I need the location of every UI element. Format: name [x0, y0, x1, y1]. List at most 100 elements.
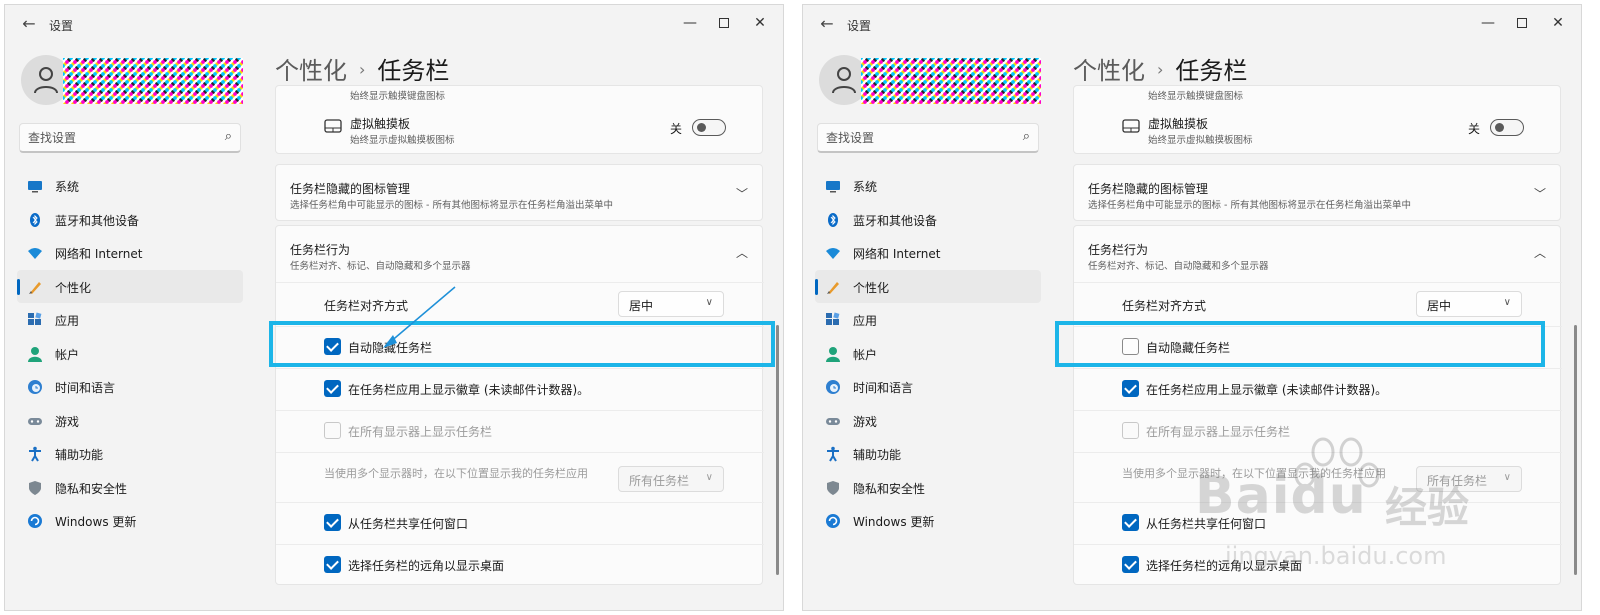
overflow-icons-card[interactable]: 任务栏隐藏的图标管理 选择任务栏角中可能显示的图标 - 所有其他图标将显示在任务… [1073, 164, 1561, 221]
shield-icon [827, 480, 839, 495]
touchpad-desc: 始终显示虚拟触摸板图标 [1148, 135, 1253, 146]
badges-checkbox[interactable] [324, 380, 341, 397]
overflow-title: 任务栏隐藏的图标管理 [290, 182, 411, 196]
settings-window-before: ← 设置 — ✕ ⌕ 系统 蓝牙和其他设备 网络和 Internet 个性化 [4, 4, 784, 611]
brush-icon [827, 281, 839, 294]
sidebar-item-personalization[interactable]: 个性化 [815, 269, 1041, 303]
breadcrumb: 个性化 › 任务栏 [1073, 51, 1247, 86]
touchpad-title: 虚拟触摸板 [350, 117, 411, 131]
bluetooth-icon [828, 212, 838, 227]
sidebar-item-time-language[interactable]: 时间和语言 [17, 370, 243, 404]
baidu-watermark: Baidu 经验 jingyan.baidu.com [1195, 430, 1485, 580]
multi-display-dropdown[interactable]: 所有任务栏 ∨ [618, 466, 724, 492]
breadcrumb: 个性化 › 任务栏 [275, 51, 449, 86]
maximize-button[interactable] [1507, 11, 1537, 35]
sidebar-item-gaming[interactable]: 游戏 [17, 404, 243, 438]
show-desktop-checkbox[interactable] [324, 556, 341, 573]
sidebar-item-privacy[interactable]: 隐私和安全性 [815, 471, 1041, 505]
sidebar-item-apps[interactable]: 应用 [815, 303, 1041, 337]
touchpad-toggle[interactable] [1490, 119, 1524, 136]
alignment-dropdown[interactable]: 居中 ∨ [1416, 291, 1522, 317]
sidebar-item-personalization[interactable]: 个性化 [17, 269, 243, 303]
sidebar-item-network[interactable]: 网络和 Internet [17, 236, 243, 270]
back-arrow-icon[interactable]: ← [817, 14, 837, 34]
all-displays-label: 在所有显示器上显示任务栏 [348, 425, 493, 439]
all-displays-checkbox[interactable] [1122, 422, 1139, 439]
alignment-value: 居中 [629, 299, 654, 313]
scrollbar[interactable] [1574, 325, 1577, 575]
update-icon [28, 514, 42, 528]
update-icon [826, 514, 840, 528]
wifi-icon [28, 248, 42, 259]
globe-clock-icon [826, 380, 840, 394]
behaviors-desc: 任务栏对齐、标记、自动隐藏和多个显示器 [290, 261, 471, 272]
brush-icon [29, 281, 41, 294]
close-button[interactable]: ✕ [1543, 11, 1573, 35]
behaviors-title: 任务栏行为 [1088, 243, 1149, 257]
sidebar-item-apps[interactable]: 应用 [17, 303, 243, 337]
chevron-up-icon[interactable]: ︿ [1534, 244, 1546, 261]
apps-icon [826, 312, 840, 325]
back-arrow-icon[interactable]: ← [19, 14, 39, 34]
sidebar-item-network[interactable]: 网络和 Internet [815, 236, 1041, 270]
sidebar-item-bluetooth[interactable]: 蓝牙和其他设备 [815, 203, 1041, 237]
show-desktop-checkbox[interactable] [1122, 556, 1139, 573]
sidebar-item-accounts[interactable]: 帐户 [815, 337, 1041, 371]
gamepad-icon [28, 417, 42, 425]
sidebar-item-accessibility[interactable]: 辅助功能 [17, 437, 243, 471]
account-icon [28, 346, 42, 362]
sidebar-item-system[interactable]: 系统 [815, 169, 1041, 203]
close-button[interactable]: ✕ [745, 11, 775, 35]
breadcrumb-parent[interactable]: 个性化 [1073, 57, 1145, 85]
minimize-button[interactable]: — [1473, 11, 1503, 35]
sidebar-item-windows-update[interactable]: Windows 更新 [17, 504, 243, 538]
accessibility-icon [827, 446, 839, 462]
alignment-label: 任务栏对齐方式 [1122, 299, 1207, 313]
sidebar-item-time-language[interactable]: 时间和语言 [815, 370, 1041, 404]
search-input[interactable] [28, 129, 208, 147]
search-box[interactable]: ⌕ [817, 123, 1039, 153]
username-redacted [63, 58, 243, 104]
wifi-icon [826, 248, 840, 259]
sidebar-item-gaming[interactable]: 游戏 [815, 404, 1041, 438]
search-icon[interactable]: ⌕ [225, 129, 232, 144]
search-icon[interactable]: ⌕ [1023, 129, 1030, 144]
sidebar-item-accounts[interactable]: 帐户 [17, 337, 243, 371]
accessibility-icon [29, 446, 41, 462]
sidebar-item-privacy[interactable]: 隐私和安全性 [17, 471, 243, 505]
watermark-cn: 经验 [1385, 483, 1470, 532]
monitor-icon [826, 181, 840, 193]
minimize-button[interactable]: — [675, 11, 705, 35]
share-window-checkbox[interactable] [324, 514, 341, 531]
touchpad-icon [1122, 119, 1140, 133]
share-window-checkbox[interactable] [1122, 514, 1139, 531]
chevron-down-icon[interactable]: ﹀ [736, 185, 748, 202]
annotation-arrow [383, 286, 456, 348]
sidebar-nav: 系统 蓝牙和其他设备 网络和 Internet 个性化 应用 帐户 时间和语言 [17, 169, 243, 538]
overflow-desc: 选择任务栏角中可能显示的图标 - 所有其他图标将显示在任务栏角溢出菜单中 [290, 200, 613, 211]
all-displays-checkbox[interactable] [324, 422, 341, 439]
chevron-down-icon[interactable]: ﹀ [1534, 185, 1546, 202]
maximize-button[interactable] [709, 11, 739, 35]
breadcrumb-parent[interactable]: 个性化 [275, 57, 347, 85]
overflow-icons-card[interactable]: 任务栏隐藏的图标管理 选择任务栏角中可能显示的图标 - 所有其他图标将显示在任务… [275, 164, 763, 221]
account-icon [826, 346, 840, 362]
sidebar-item-system[interactable]: 系统 [17, 169, 243, 203]
chevron-up-icon[interactable]: ︿ [736, 244, 748, 261]
search-box[interactable]: ⌕ [19, 123, 241, 153]
touchpad-toggle[interactable] [692, 119, 726, 136]
scrollbar[interactable] [776, 325, 779, 575]
breadcrumb-separator: › [1157, 60, 1164, 79]
alignment-dropdown[interactable]: 居中 ∨ [618, 291, 724, 317]
sidebar-item-accessibility[interactable]: 辅助功能 [815, 437, 1041, 471]
watermark-brand: Baidu [1195, 466, 1367, 526]
sidebar-nav: 系统 蓝牙和其他设备 网络和 Internet 个性化 应用 帐户 时间和语言 [815, 169, 1041, 538]
title-bar: ← 设置 — ✕ [5, 5, 783, 43]
touchpad-state-label: 关 [1468, 122, 1481, 136]
badges-checkbox[interactable] [1122, 380, 1139, 397]
search-input[interactable] [826, 129, 1006, 147]
app-title: 设置 [847, 19, 872, 33]
touchpad-card: 始终显示触摸键盘图标 虚拟触摸板 始终显示虚拟触摸板图标 关 [275, 85, 763, 154]
sidebar-item-bluetooth[interactable]: 蓝牙和其他设备 [17, 203, 243, 237]
sidebar-item-windows-update[interactable]: Windows 更新 [815, 504, 1041, 538]
